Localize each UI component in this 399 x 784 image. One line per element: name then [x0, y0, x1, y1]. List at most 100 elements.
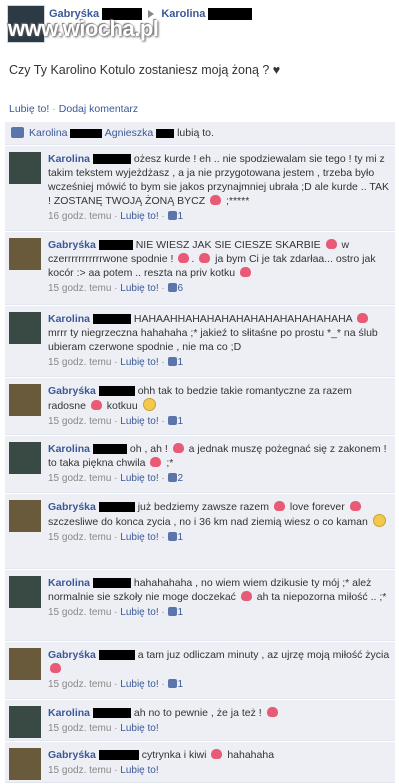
- redaction-bar: [98, 502, 135, 513]
- commenter-avatar[interactable]: [9, 576, 41, 608]
- heart-icon: [199, 253, 211, 263]
- like-count-value: 1: [177, 357, 184, 368]
- comment-like-count[interactable]: 2: [167, 473, 183, 484]
- commenter-avatar[interactable]: [9, 748, 41, 780]
- comment-body: Gabryśka NIE WIESZ JAK SIE CIESZE SKARBI…: [48, 238, 390, 296]
- comment-meta: 15 godz. temu · Lubię to! · 1: [48, 416, 184, 427]
- comment-like-link[interactable]: Lubię to!: [120, 532, 158, 543]
- commenter-name-link[interactable]: Gabryśka: [48, 385, 96, 397]
- status-text: Czy Ty Karolino Kotulo zostaniesz moją ż…: [9, 63, 281, 77]
- comment-text: już bedziemy zawsze razem: [137, 501, 270, 513]
- heart-icon: [50, 663, 61, 673]
- like-count-icon: [167, 416, 177, 425]
- comment-like-count[interactable]: 1: [167, 357, 184, 368]
- comment-meta: 15 godz. temu · Lubię to! · 6: [48, 283, 184, 294]
- comment-item: Karolina ożesz kurde ! eh .. nie spodzie…: [5, 146, 395, 231]
- commenter-name-link[interactable]: Gabryśka: [48, 649, 96, 661]
- commenter-name-link[interactable]: Gabryśka: [48, 749, 96, 761]
- commenter-name-link[interactable]: Karolina: [48, 577, 90, 589]
- comment-meta: 15 godz. temu · Lubię to! · 2: [48, 473, 184, 484]
- comment-item: Karolina hahahahaha , no wiem wiem dziku…: [5, 570, 395, 641]
- comment-time[interactable]: 15 godz. temu: [48, 765, 111, 776]
- redaction-bar: [92, 578, 131, 589]
- comment-body: Gabryśka cytrynka i kiwi hahahaha 15 god…: [48, 748, 390, 778]
- comment-body: Gabryśka już bedziemy zawsze razem love …: [48, 500, 390, 545]
- like-count-icon: [167, 532, 177, 541]
- smile-icon: [372, 514, 386, 527]
- commenter-avatar[interactable]: [9, 648, 41, 680]
- comment-time[interactable]: 16 godz. temu: [48, 211, 111, 222]
- comment-like-link[interactable]: Lubię to!: [120, 283, 158, 294]
- comment-like-link[interactable]: Lubię to!: [120, 765, 158, 776]
- like-count-value: 6: [177, 283, 184, 294]
- comment-like-link[interactable]: Lubię to!: [120, 473, 158, 484]
- comment-text: cytrynka i kiwi: [141, 749, 207, 761]
- liker-link[interactable]: Agnieszka: [105, 127, 153, 139]
- comment-like-link[interactable]: Lubię to!: [120, 211, 158, 222]
- comment-body: Karolina HAHAAHHAHAHAHAHAHAHAHAHAHAHAHA …: [48, 312, 390, 370]
- commenter-name-link[interactable]: Karolina: [48, 153, 90, 165]
- comment-text: hahahaha: [227, 749, 275, 761]
- redaction-bar: [156, 128, 175, 138]
- commenter-name-link[interactable]: Karolina: [48, 707, 90, 719]
- like-count-value: 1: [177, 679, 184, 690]
- comment-text: kotkuu: [106, 400, 138, 412]
- commenter-avatar[interactable]: [9, 384, 41, 416]
- comment-item: Karolina HAHAAHHAHAHAHAHAHAHAHAHAHAHAHA …: [5, 306, 395, 377]
- liker-link[interactable]: Karolina: [29, 127, 68, 139]
- comment-time[interactable]: 15 godz. temu: [48, 679, 111, 690]
- comment-time[interactable]: 15 godz. temu: [48, 473, 111, 484]
- smile-icon: [142, 398, 156, 411]
- like-count-icon: [167, 473, 177, 482]
- like-link[interactable]: Lubię to!: [9, 103, 49, 115]
- commenter-avatar[interactable]: [9, 442, 41, 474]
- comment-like-count[interactable]: 6: [167, 283, 184, 294]
- commenter-avatar[interactable]: [9, 238, 41, 270]
- comment-like-count[interactable]: 1: [167, 416, 184, 427]
- redaction-bar: [92, 314, 131, 325]
- comment-time[interactable]: 15 godz. temu: [48, 607, 111, 618]
- recipient-name-link[interactable]: Karolina: [161, 8, 205, 20]
- commenter-name-link[interactable]: Karolina: [48, 443, 90, 455]
- like-count-icon: [167, 357, 177, 366]
- comment-time[interactable]: 15 godz. temu: [48, 283, 111, 294]
- commenter-name-link[interactable]: Gabryśka: [48, 501, 96, 513]
- commenter-name-link[interactable]: Karolina: [48, 313, 90, 325]
- comment-like-count[interactable]: 1: [167, 211, 183, 222]
- watermark: www.wiocha.pl: [8, 16, 159, 41]
- like-count-value: 1: [177, 607, 184, 618]
- comment-like-link[interactable]: Lubię to!: [120, 723, 158, 734]
- comment-meta: 15 godz. temu · Lubię to! · 1: [48, 532, 184, 543]
- commenter-avatar[interactable]: [9, 500, 41, 532]
- comment-like-count[interactable]: 1: [167, 607, 184, 618]
- comment-like-count[interactable]: 1: [167, 532, 184, 543]
- heart-icon: [273, 501, 285, 511]
- comment-like-link[interactable]: Lubię to!: [120, 357, 158, 368]
- comment-time[interactable]: 15 godz. temu: [48, 357, 111, 368]
- comment-like-link[interactable]: Lubię to!: [120, 679, 158, 690]
- commenter-avatar[interactable]: [9, 312, 41, 344]
- comment-item: Gabryśka już bedziemy zawsze razem love …: [5, 494, 395, 569]
- comment-meta: 16 godz. temu · Lubię to! · 1: [48, 211, 184, 222]
- comment-like-link[interactable]: Lubię to!: [120, 416, 158, 427]
- comment-body: Gabryśka a tam juz odliczam minuty , az …: [48, 648, 390, 692]
- comment-time[interactable]: 15 godz. temu: [48, 416, 111, 427]
- comment-like-link[interactable]: Lubię to!: [120, 607, 158, 618]
- heart-icon: [211, 749, 223, 759]
- comment-like-count[interactable]: 1: [167, 679, 184, 690]
- like-count-value: 1: [177, 532, 184, 543]
- add-comment-link[interactable]: Dodaj komentarz: [59, 103, 138, 115]
- comment-body: Gabryśka ohh tak to bedzie takie romanty…: [48, 384, 390, 429]
- like-count-icon: [167, 211, 177, 220]
- heart-icon: [357, 313, 368, 323]
- like-count-value: 1: [177, 416, 184, 427]
- comment-text: mrrr ty niegrzeczna hahahaha ;* jakieź t…: [48, 327, 378, 353]
- commenter-avatar[interactable]: [9, 706, 41, 738]
- commenter-avatar[interactable]: [9, 152, 41, 184]
- comment-time[interactable]: 15 godz. temu: [48, 723, 111, 734]
- heart-icon: [90, 400, 102, 410]
- commenter-name-link[interactable]: Gabryśka: [48, 239, 96, 251]
- like-count-icon: [167, 607, 177, 616]
- comment-meta: 15 godz. temu · Lubię to!: [48, 723, 159, 734]
- comment-time[interactable]: 15 godz. temu: [48, 532, 111, 543]
